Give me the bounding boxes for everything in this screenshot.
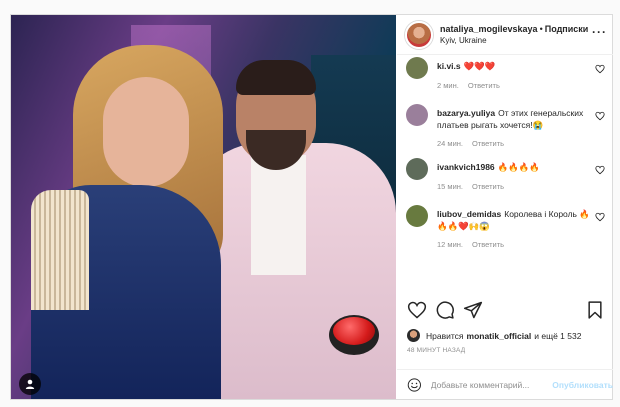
- comment-item: ki.vi.s ❤️❤️❤️ 2 мин. Ответить: [397, 56, 613, 94]
- post-location[interactable]: Kyiv, Ukraine: [440, 35, 590, 47]
- post-header: nataliya_mogilevskaya • Подписки Kyiv, Ukr…: [397, 15, 613, 55]
- comment-text: ki.vi.s ❤️❤️❤️: [437, 56, 591, 73]
- comment-bubble-icon[interactable]: [435, 300, 455, 320]
- emoji-smile-icon[interactable]: [407, 377, 422, 393]
- comment-username[interactable]: ivankvich1986: [437, 162, 495, 172]
- comment-input[interactable]: [430, 379, 551, 390]
- tagged-users-button[interactable]: [19, 373, 41, 395]
- comment-username[interactable]: liubov_demidas: [437, 209, 501, 219]
- heart-outline-icon[interactable]: [595, 64, 605, 74]
- bookmark-icon[interactable]: [585, 300, 605, 320]
- comment-meta: 15 мин. Ответить: [437, 182, 591, 191]
- comment-time[interactable]: 12 мин.: [437, 240, 463, 249]
- likes-summary: Нравится monatik_official и ещё 1 532: [407, 329, 581, 342]
- comment-username[interactable]: ki.vi.s: [437, 61, 461, 71]
- comment-meta: 24 мин. Ответить: [437, 139, 591, 148]
- post-actions: [397, 300, 613, 326]
- more-horizontal-icon: ···: [592, 25, 607, 39]
- comment-time[interactable]: 15 мин.: [437, 182, 463, 191]
- comment-meta: 12 мин. Ответить: [437, 240, 591, 249]
- heart-outline-icon[interactable]: [595, 111, 605, 121]
- red-button: [333, 317, 375, 345]
- comment-time[interactable]: 24 мин.: [437, 139, 463, 148]
- author-avatar[interactable]: [405, 20, 433, 49]
- comment-text: ivankvich1986 🔥🔥🔥🔥: [437, 157, 591, 174]
- comments-list[interactable]: ki.vi.s ❤️❤️❤️ 2 мин. Ответить bazarya.yul…: [397, 56, 613, 290]
- reply-button[interactable]: Ответить: [472, 240, 504, 249]
- author-username[interactable]: nataliya_mogilevskaya: [440, 23, 538, 35]
- more-options-button[interactable]: ···: [592, 25, 607, 39]
- share-paper-plane-icon[interactable]: [463, 300, 483, 320]
- author-info: nataliya_mogilevskaya • Подписки Kyiv, Ukr…: [440, 23, 590, 47]
- comment-username[interactable]: bazarya.yuliya: [437, 108, 495, 118]
- comment-avatar[interactable]: [406, 57, 428, 79]
- separator-dot: •: [539, 23, 543, 34]
- reply-button[interactable]: Ответить: [472, 182, 504, 191]
- post-photo[interactable]: [11, 15, 396, 399]
- publish-button[interactable]: Опубликовать: [552, 380, 613, 390]
- heart-outline-icon[interactable]: [595, 212, 605, 222]
- comment-avatar[interactable]: [406, 158, 428, 180]
- comment-body: ❤️❤️❤️: [463, 61, 496, 71]
- comment-item: liubov_demidas Королева і Король 🔥🔥🔥❤️🙌😱 …: [397, 204, 613, 249]
- comment-item: ivankvich1986 🔥🔥🔥🔥 15 мин. Ответить: [397, 157, 613, 195]
- heart-outline-icon[interactable]: [595, 165, 605, 175]
- liker-username[interactable]: monatik_official: [467, 331, 532, 341]
- user-icon: [25, 379, 35, 389]
- man-shirt: [251, 155, 306, 275]
- instagram-post: nataliya_mogilevskaya • Подписки Kyiv, Ukr…: [10, 14, 613, 400]
- comment-avatar[interactable]: [406, 104, 428, 126]
- comment-meta: 2 мин. Ответить: [437, 81, 591, 90]
- likes-prefix: Нравится: [426, 330, 464, 341]
- comment-item: bazarya.yuliya От этих генеральских плать…: [397, 103, 613, 148]
- post-timestamp[interactable]: 48 МИНУТ НАЗАД: [407, 347, 465, 354]
- post-sidebar: nataliya_mogilevskaya • Подписки Kyiv, Ukr…: [397, 15, 613, 399]
- comment-text: liubov_demidas Королева і Король 🔥🔥🔥❤️🙌😱: [437, 204, 591, 232]
- comment-time[interactable]: 2 мин.: [437, 81, 459, 90]
- woman-face: [103, 77, 189, 187]
- comment-body: 🔥🔥🔥🔥: [497, 162, 540, 172]
- man-cap: [236, 60, 316, 95]
- dress-fringe: [31, 190, 89, 310]
- follow-status-button[interactable]: Подписки: [545, 23, 589, 35]
- add-comment-bar: Опубликовать: [397, 369, 613, 399]
- comment-avatar[interactable]: [406, 205, 428, 227]
- reply-button[interactable]: Ответить: [472, 139, 504, 148]
- liker-avatar[interactable]: [407, 329, 420, 342]
- reply-button[interactable]: Ответить: [468, 81, 500, 90]
- likes-count[interactable]: и ещё 1 532: [534, 331, 581, 341]
- like-heart-icon[interactable]: [407, 300, 427, 320]
- comment-text: bazarya.yuliya От этих генеральских плать…: [437, 103, 591, 131]
